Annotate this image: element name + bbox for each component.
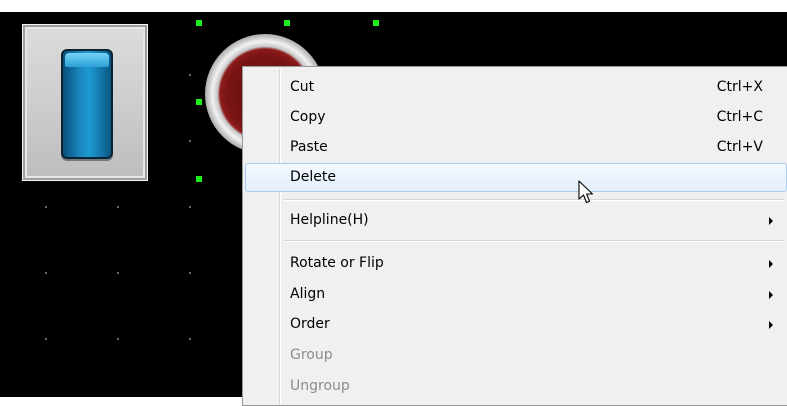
menu-item-rotate-or-flip[interactable]: Rotate or Flip xyxy=(245,249,787,277)
menu-item-label: Group xyxy=(290,347,333,363)
menu-item-label: Copy xyxy=(290,109,326,125)
menu-item-label: Align xyxy=(290,286,326,302)
selection-handle[interactable] xyxy=(196,20,202,26)
menu-item-label: Helpline(H) xyxy=(290,212,369,228)
menu-item-shortcut: Ctrl+V xyxy=(716,139,763,155)
menu-item-shortcut: Ctrl+X xyxy=(716,79,763,95)
chevron-right-icon xyxy=(769,260,773,268)
menu-item-paste[interactable]: Paste Ctrl+V xyxy=(245,133,787,161)
selection-handle[interactable] xyxy=(373,20,379,26)
selection-handle[interactable] xyxy=(284,20,290,26)
chevron-right-icon xyxy=(769,217,773,225)
menu-item-align[interactable]: Align xyxy=(245,280,787,308)
mouse-pointer-icon xyxy=(578,180,594,204)
menu-item-shortcut: Ctrl+C xyxy=(716,109,763,125)
menu-item-order[interactable]: Order xyxy=(245,310,787,338)
selection-handle[interactable] xyxy=(196,176,202,182)
menu-separator xyxy=(283,240,785,242)
menu-item-group: Group xyxy=(245,341,787,369)
menu-item-copy[interactable]: Copy Ctrl+C xyxy=(245,103,787,131)
context-menu: Cut Ctrl+X Copy Ctrl+C Paste Ctrl+V Dele… xyxy=(242,66,787,406)
menu-item-label: Delete xyxy=(290,169,336,185)
chevron-right-icon xyxy=(769,321,773,329)
selection-handle[interactable] xyxy=(196,99,202,105)
menu-item-ungroup: Ungroup xyxy=(245,372,787,400)
menu-separator xyxy=(283,199,785,201)
menu-item-label: Order xyxy=(290,316,330,332)
menu-item-label: Cut xyxy=(290,79,315,95)
chevron-right-icon xyxy=(769,291,773,299)
menu-item-helpline[interactable]: Helpline(H) xyxy=(245,206,787,234)
toggle-lever xyxy=(61,49,113,159)
menu-item-label: Ungroup xyxy=(290,378,350,394)
toggle-switch-object[interactable] xyxy=(22,24,148,181)
menu-item-label: Paste xyxy=(290,139,328,155)
menu-item-label: Rotate or Flip xyxy=(290,255,384,271)
menu-item-delete[interactable]: Delete xyxy=(245,163,787,192)
menu-item-cut[interactable]: Cut Ctrl+X xyxy=(245,73,787,101)
